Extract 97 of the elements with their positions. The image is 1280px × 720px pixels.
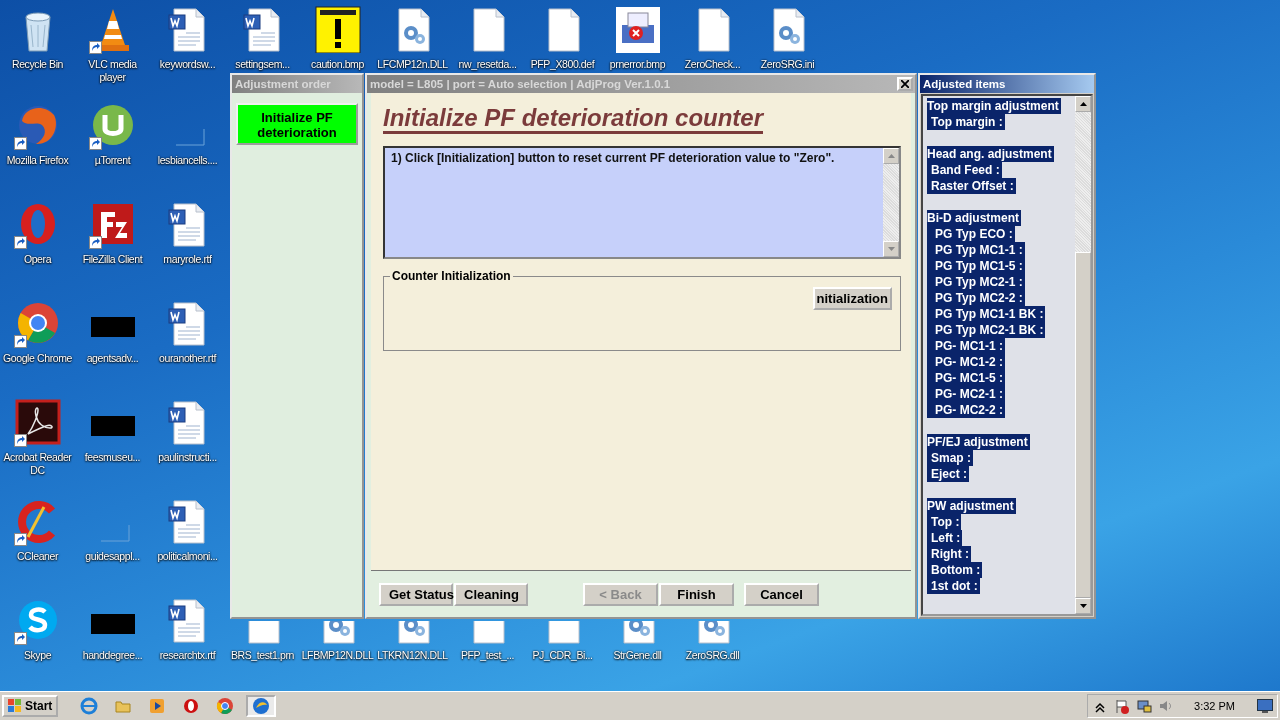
desktop-icon-label[interactable]: ZeroCheck... [684, 58, 741, 71]
desktop-icon-label[interactable]: feesmuseu... [84, 451, 141, 464]
desktop-icon-label[interactable]: Acrobat Reader DC [0, 451, 75, 477]
desktop-icon-label[interactable]: FileZilla Client [82, 253, 143, 266]
start-button[interactable]: Start [2, 695, 59, 717]
shortcut-arrow-icon [88, 236, 102, 249]
dialog-button[interactable]: Finish [659, 582, 734, 606]
caution-sign-icon[interactable] [313, 5, 362, 53]
shortcut-arrow-icon [13, 137, 27, 150]
list-item[interactable]: Band Feed : [927, 162, 1002, 178]
close-icon [901, 80, 909, 88]
network-icon[interactable] [1136, 698, 1153, 714]
shortcut-arrow-icon [13, 533, 27, 546]
chrome-icon [216, 697, 235, 715]
desktop-icon-label[interactable]: lesbiancells.... [157, 154, 218, 167]
initialization-button[interactable]: nitialization [812, 287, 892, 310]
step-button[interactable]: Initialize PF deterioration [236, 103, 358, 145]
scroll-up-icon[interactable] [1079, 102, 1087, 106]
desktop-icon-label[interactable]: ouranother.rtf [159, 352, 216, 365]
desktop-icon-label[interactable]: caution.bmp [311, 58, 364, 71]
desktop-icon-label[interactable]: nw_resetda... [458, 58, 517, 71]
page-heading: Initialize PF deterioration counter [383, 105, 764, 134]
acrobat-icon[interactable] [13, 398, 62, 446]
list-item[interactable]: PG- MC2-2 : [927, 402, 1005, 418]
list-item[interactable]: PG Typ MC1-1 : [927, 242, 1025, 258]
flag-error-icon[interactable] [1114, 698, 1131, 714]
opera-icon [182, 697, 201, 715]
group-title: Counter Initialization [391, 269, 512, 283]
shortcut-arrow-icon [13, 632, 27, 645]
desktop-icon-label[interactable]: µTorrent [94, 154, 131, 167]
shortcut-arrow-icon [13, 434, 27, 447]
desktop-icon-label[interactable]: maryrole.rtf [163, 253, 212, 266]
desktop-icon-label[interactable]: Opera [23, 253, 52, 266]
list-item[interactable]: PG- MC1-5 : [927, 370, 1005, 386]
list-heading[interactable]: PW adjustment [927, 498, 1016, 514]
desktop-icon-label[interactable]: prnerror.bmp [609, 58, 666, 71]
instructions-text: 1) Click [Initialization] button to reset current PF deterioration value to "Zero". [390, 150, 836, 167]
desktop-icon-label[interactable]: handdegree... [82, 649, 143, 662]
list-item[interactable]: PG Typ ECO : [927, 226, 1015, 242]
dialog-button[interactable]: Cancel [744, 582, 819, 606]
list-item[interactable]: Smap : [927, 450, 973, 466]
desktop-icon-label[interactable]: agentsadv... [86, 352, 139, 365]
list-item[interactable]: PG Typ MC2-1 BK : [927, 322, 1046, 338]
desktop-icon-label[interactable]: Skype [23, 649, 52, 662]
show-desktop-icon[interactable] [1257, 699, 1273, 713]
desktop-icon-label[interactable]: Recycle Bin [11, 58, 63, 71]
list-heading[interactable]: Top margin adjustment [927, 98, 1061, 114]
desktop-icon-label[interactable]: guidesappl... [85, 550, 140, 563]
app-icon [252, 697, 271, 715]
dialog-button[interactable]: Cleaning [454, 582, 528, 606]
printer-error-icon[interactable] [613, 5, 662, 53]
desktop-icon-label[interactable]: Mozilla Firefox [6, 154, 69, 167]
scrollbar[interactable] [1075, 96, 1091, 614]
shortcut-arrow-icon [13, 236, 27, 249]
panel-title: Adjustment order [235, 78, 331, 90]
list-item[interactable]: PG- MC1-2 : [927, 354, 1005, 370]
scroll-thumb[interactable] [1075, 252, 1091, 598]
window-title: model = L805 | port = Auto selection | AdjProg Ver.1.0.1 [370, 78, 671, 90]
desktop-icon-label[interactable]: politicalmoni... [157, 550, 218, 563]
desktop-icon-label[interactable]: keywordsw... [159, 58, 216, 71]
list-item[interactable]: PG Typ MC1-1 BK : [927, 306, 1046, 322]
list-heading[interactable]: PF/EJ adjustment [927, 434, 1030, 450]
desktop-icon-label[interactable]: PFP_X800.def [530, 58, 595, 71]
list-heading[interactable]: Bi-D adjustment [927, 210, 1021, 226]
ie-icon [80, 697, 99, 715]
shortcut-arrow-icon [88, 137, 102, 150]
taskbar-button[interactable] [246, 695, 277, 717]
panel-title: Adjusted items [923, 78, 1006, 90]
shortcut-arrow-icon [13, 335, 27, 348]
list-item[interactable]: Raster Offset : [927, 178, 1016, 194]
desktop-icon-label[interactable]: VLC media player [75, 58, 150, 84]
list-item[interactable]: Bottom : [927, 562, 983, 578]
list-item[interactable]: 1st dot : [927, 578, 980, 594]
list-item[interactable]: Top : [927, 514, 962, 530]
desktop-icon-label[interactable]: CCleaner [16, 550, 59, 563]
list-item[interactable]: Eject : [927, 466, 969, 482]
list-item[interactable]: PG Typ MC2-1 : [927, 274, 1025, 290]
list-item[interactable]: PG Typ MC2-2 : [927, 290, 1025, 306]
desktop-icon-label[interactable]: settingsem... [235, 58, 290, 71]
list-heading[interactable]: Head ang. adjustment [927, 146, 1054, 162]
dialog-button[interactable]: Get Status [379, 582, 453, 606]
desktop-icon-label[interactable]: ZeroSRG.ini [760, 58, 815, 71]
desktop-icon-label[interactable]: Google Chrome [3, 352, 72, 365]
scroll-down-icon[interactable] [1079, 604, 1087, 608]
list-item[interactable]: PG- MC2-1 : [927, 386, 1005, 402]
list-item[interactable]: PG Typ MC1-5 : [927, 258, 1025, 274]
clock[interactable]: 3:32 PM [1194, 700, 1235, 712]
list-item[interactable]: Left : [927, 530, 963, 546]
media-player-icon [148, 697, 167, 715]
list-item[interactable]: Right : [927, 546, 971, 562]
windows-logo-icon [8, 699, 22, 713]
list-item[interactable]: Top margin : [927, 114, 1005, 130]
close-button[interactable] [897, 77, 913, 91]
shortcut-arrow-icon [88, 41, 102, 54]
list-item[interactable]: PG- MC1-1 : [927, 338, 1005, 354]
desktop-icon-label[interactable]: LFCMP12n.DLL [377, 58, 448, 71]
desktop-icon-label[interactable]: paulinstructi... [158, 451, 217, 464]
